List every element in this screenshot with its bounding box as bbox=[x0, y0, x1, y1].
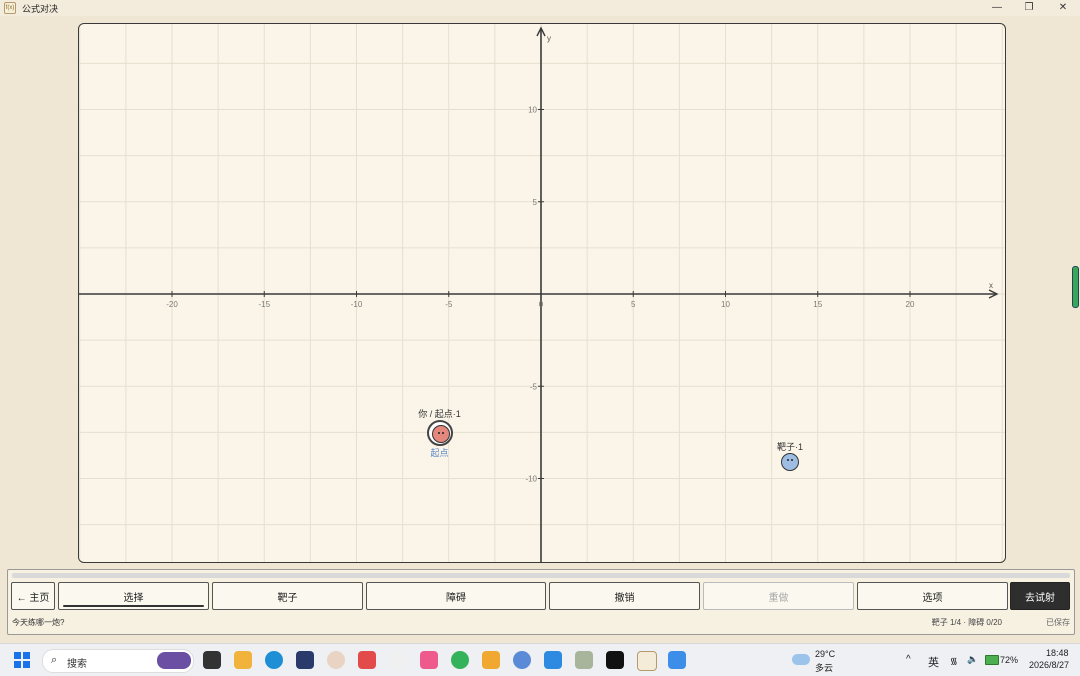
x-tick-label: -20 bbox=[166, 300, 178, 309]
target-marker[interactable]: 靶子·1 bbox=[750, 440, 830, 472]
x-tick-label: 0 bbox=[539, 300, 544, 309]
undo-button[interactable]: 撤销 bbox=[549, 582, 700, 610]
battery-icon[interactable] bbox=[985, 655, 999, 665]
start-marker-sublabel: 起点 bbox=[430, 448, 449, 459]
start-marker[interactable]: 你 / 起点·1 起点 bbox=[400, 407, 480, 459]
bilibili-icon[interactable] bbox=[420, 651, 438, 669]
x-tick-label: -5 bbox=[445, 300, 453, 309]
yellow-app-icon[interactable] bbox=[482, 651, 500, 669]
fire-button[interactable]: 去试射 bbox=[1010, 582, 1070, 610]
x-tick-label: 10 bbox=[721, 300, 730, 309]
green-app-icon[interactable] bbox=[451, 651, 469, 669]
coordinate-grid: x y -20 -15 -10 -5 0 5 10 15 20 10 5 -5 -10 bbox=[79, 24, 1005, 562]
x-axis-label: x bbox=[989, 281, 993, 290]
settings-gear-icon[interactable] bbox=[513, 651, 531, 669]
notepad-icon[interactable] bbox=[668, 651, 686, 669]
search-highlight-icon bbox=[157, 652, 191, 669]
clock-date[interactable]: 2026/8/27 bbox=[1029, 660, 1069, 670]
bottom-toolbar: ← 主页 选择 靶子 障碍 撤销 重做 选项 去试射 今天练哪一炮? 靶子 1/… bbox=[7, 569, 1075, 635]
home-button[interactable]: ← 主页 bbox=[11, 582, 55, 610]
graph-board[interactable]: x y -20 -15 -10 -5 0 5 10 15 20 10 5 -5 -10 你 / 起点·1 起… bbox=[78, 23, 1006, 563]
edge-browser-icon[interactable] bbox=[265, 651, 283, 669]
progress-bar bbox=[12, 573, 1070, 578]
x-tick-label: 15 bbox=[813, 300, 822, 309]
file-explorer-icon[interactable] bbox=[234, 651, 252, 669]
search-icon: ⌕ bbox=[51, 654, 58, 666]
x-tick-label: -10 bbox=[351, 300, 363, 309]
active-underline bbox=[63, 605, 204, 607]
app-icon: f(x) bbox=[4, 2, 16, 14]
start-face-icon[interactable] bbox=[426, 420, 453, 447]
orange-app-icon[interactable] bbox=[389, 651, 407, 669]
ime-indicator[interactable]: 英 bbox=[928, 654, 939, 670]
red-app-icon[interactable] bbox=[358, 651, 376, 669]
avatar-app-icon[interactable] bbox=[327, 651, 345, 669]
x-tick-label: 5 bbox=[631, 300, 636, 309]
volume-icon[interactable]: 🔈 bbox=[967, 654, 978, 665]
task-view-icon[interactable] bbox=[203, 651, 221, 669]
y-tick-label: 10 bbox=[528, 106, 537, 115]
dev-app-icon[interactable] bbox=[296, 651, 314, 669]
figure-app-icon[interactable] bbox=[575, 651, 593, 669]
battery-percent: 72% bbox=[1000, 655, 1019, 665]
select-button-label: 选择 bbox=[123, 592, 144, 604]
y-tick-label: -5 bbox=[530, 382, 538, 391]
status-text: 靶子 1/4 · 障碍 0/20 bbox=[931, 618, 1002, 627]
y-tick-label: -10 bbox=[525, 475, 537, 484]
tray-chevron-icon[interactable]: ^ bbox=[906, 654, 911, 665]
obstacle-button[interactable]: 障碍 bbox=[366, 582, 546, 610]
taskbar-search[interactable]: ⌕ 搜索 bbox=[42, 649, 194, 673]
y-axis-label: y bbox=[547, 34, 551, 43]
target-face-icon[interactable] bbox=[781, 453, 800, 472]
options-button[interactable]: 选项 bbox=[857, 582, 1008, 610]
weather-desc: 多云 bbox=[815, 663, 834, 673]
weather-temp: 29°C bbox=[815, 649, 836, 659]
hint-text: 今天练哪一炮? bbox=[12, 618, 65, 627]
windows-start-icon[interactable] bbox=[14, 652, 30, 668]
x-tick-label: 20 bbox=[906, 300, 915, 309]
clock-time[interactable]: 18:48 bbox=[1046, 648, 1069, 658]
wifi-icon[interactable]: ᯾ bbox=[950, 654, 958, 667]
title-bar: f(x) 公式对决 — ❐ ✕ bbox=[0, 0, 1080, 16]
redo-button[interactable]: 重做 bbox=[703, 582, 854, 610]
window-title: 公式对决 bbox=[22, 3, 59, 14]
vscode-icon[interactable] bbox=[544, 651, 562, 669]
top-app-icon[interactable] bbox=[606, 651, 624, 669]
restore-button[interactable]: ❐ bbox=[1012, 0, 1046, 16]
close-button[interactable]: ✕ bbox=[1046, 0, 1080, 16]
target-button[interactable]: 靶子 bbox=[212, 582, 363, 610]
target-marker-label: 靶子·1 bbox=[777, 442, 804, 453]
search-placeholder: 搜索 bbox=[67, 659, 87, 670]
x-tick-label: -15 bbox=[258, 300, 270, 309]
y-tick-label: 5 bbox=[533, 198, 538, 207]
minimize-button[interactable]: — bbox=[980, 0, 1014, 16]
weather-cloud-icon bbox=[792, 654, 810, 665]
start-marker-label: 你 / 起点·1 bbox=[418, 409, 461, 420]
side-scroll-indicator[interactable] bbox=[1072, 266, 1079, 308]
saved-status: 已保存 bbox=[1046, 618, 1070, 627]
formula-duel-taskbar-icon[interactable] bbox=[637, 651, 657, 671]
taskbar: ⌕ 搜索 29°C 多云 ^ 英 ᯾ 🔈 72% 18:48 2026/8/27 bbox=[0, 643, 1080, 676]
select-button[interactable]: 选择 bbox=[58, 582, 209, 610]
